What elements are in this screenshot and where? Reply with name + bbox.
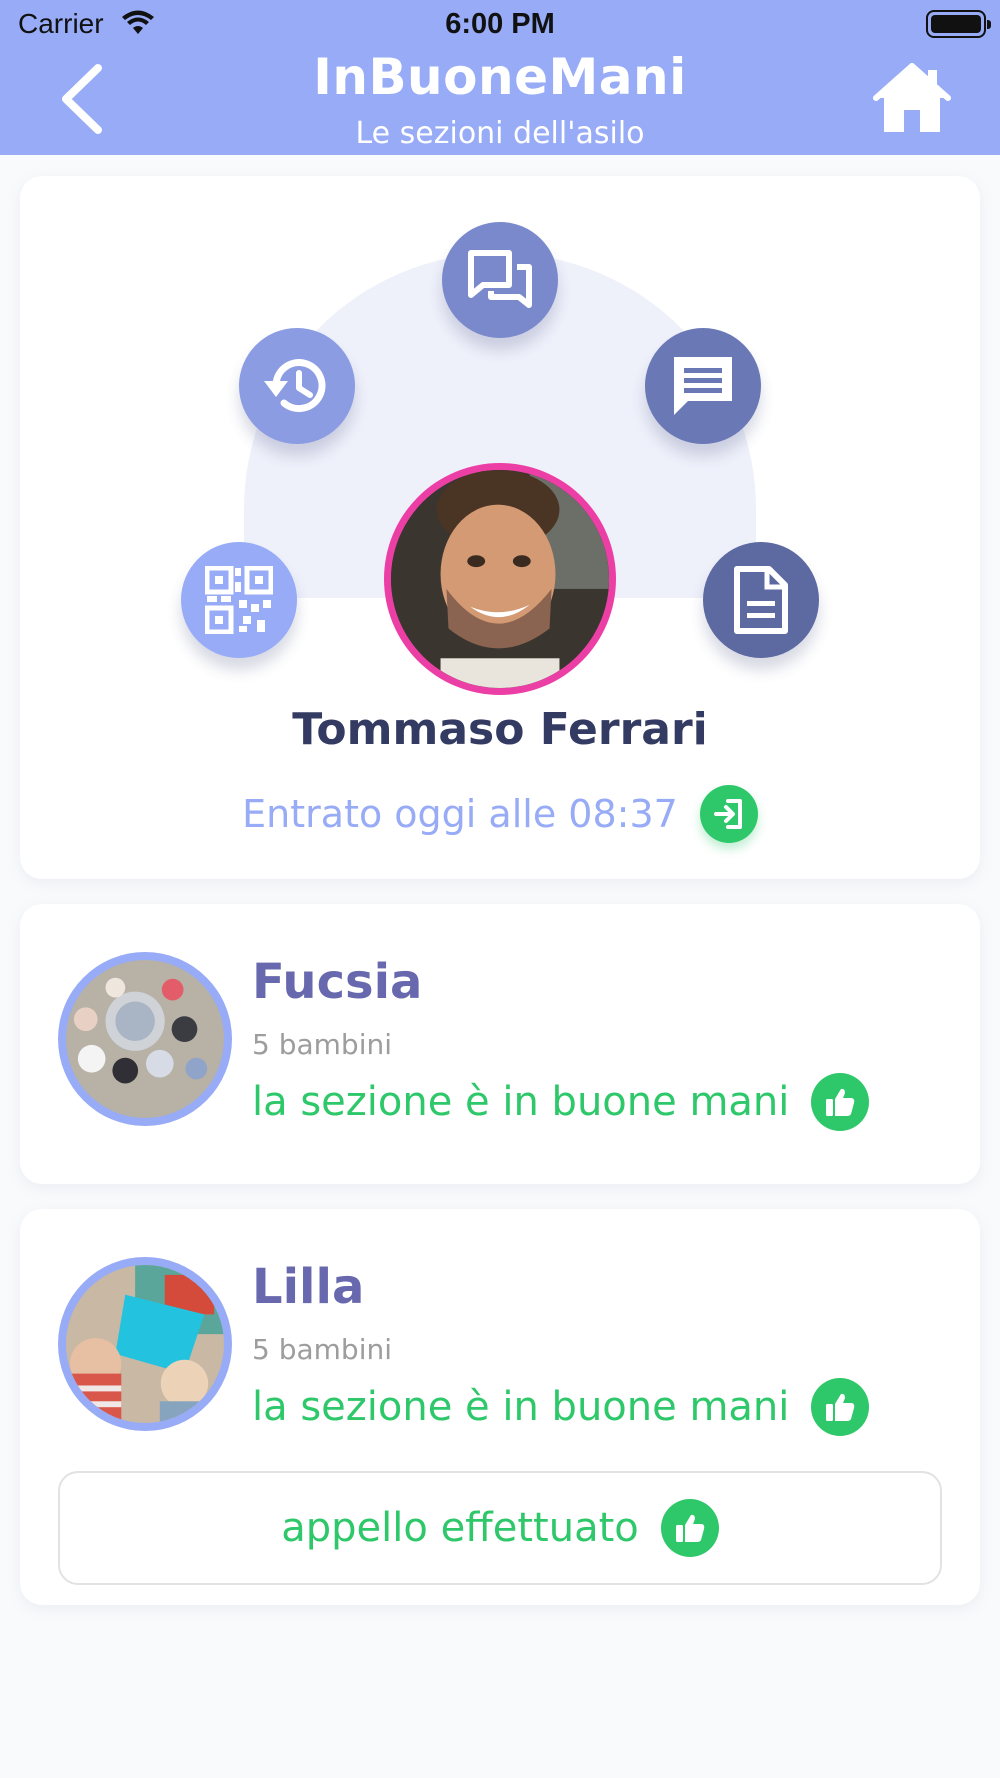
home-icon <box>873 63 951 132</box>
section-name: Fucsia <box>252 954 423 1010</box>
chat-button[interactable] <box>442 222 558 338</box>
battery-icon <box>926 10 991 38</box>
section-status: la sezione è in buone mani <box>252 1072 870 1132</box>
thumbs-up-icon <box>826 1088 855 1116</box>
message-icon <box>674 357 732 415</box>
roll-call-button[interactable]: appello effettuato <box>58 1471 942 1585</box>
profile-card: Tommaso Ferrari Entrato oggi alle 08:37 <box>20 176 980 879</box>
document-icon <box>734 566 788 634</box>
avatar-face-illustration <box>391 470 609 688</box>
message-button[interactable] <box>645 328 761 444</box>
qr-code-icon <box>205 566 273 634</box>
roll-call-label: appello effettuato <box>281 1505 639 1551</box>
section-card-lilla[interactable]: Lilla 5 bambini la sezione è in buone ma… <box>20 1209 980 1605</box>
thumbs-up-badge <box>811 1378 870 1436</box>
children-count: 5 bambini <box>252 1028 392 1061</box>
page-subtitle: Le sezioni dell'asilo <box>355 116 645 151</box>
avatar-photo <box>391 470 609 688</box>
section-status-text: la sezione è in buone mani <box>252 1384 790 1430</box>
section-photo <box>66 1265 224 1423</box>
section-status-text: la sezione è in buone mani <box>252 1079 790 1125</box>
status-time: 6:00 PM <box>445 8 555 40</box>
section-thumbnail <box>58 952 232 1126</box>
thumbs-up-icon <box>826 1393 855 1421</box>
person-name: Tommaso Ferrari <box>292 704 708 755</box>
section-thumbnail <box>58 1257 232 1431</box>
children-count: 5 bambini <box>252 1333 392 1366</box>
section-name: Lilla <box>252 1259 365 1315</box>
avatar <box>384 463 616 695</box>
section-status: la sezione è in buone mani <box>252 1377 870 1437</box>
document-button[interactable] <box>703 542 819 658</box>
app-title: InBuoneMani <box>313 48 687 106</box>
qr-code-button[interactable] <box>181 542 297 658</box>
history-icon <box>264 359 326 413</box>
section-card-fucsia[interactable]: Fucsia 5 bambini la sezione è in buone m… <box>20 904 980 1184</box>
sign-in-icon <box>713 799 742 829</box>
entry-status-text: Entrato oggi alle 08:37 <box>242 792 678 836</box>
history-button[interactable] <box>239 328 355 444</box>
entry-status-row: Entrato oggi alle 08:37 <box>20 784 980 844</box>
status-bar: Carrier 6:00 PM <box>0 0 1000 50</box>
thumbs-up-icon <box>675 1514 704 1542</box>
home-button[interactable] <box>872 62 952 136</box>
thumbs-up-badge <box>811 1073 870 1131</box>
chat-bubbles-icon <box>468 250 532 308</box>
check-in-button[interactable] <box>699 785 758 843</box>
app-header: Carrier 6:00 PM InBuoneMani Le sezioni d… <box>0 0 1000 155</box>
thumbs-up-badge <box>660 1499 719 1557</box>
section-photo <box>66 960 224 1118</box>
